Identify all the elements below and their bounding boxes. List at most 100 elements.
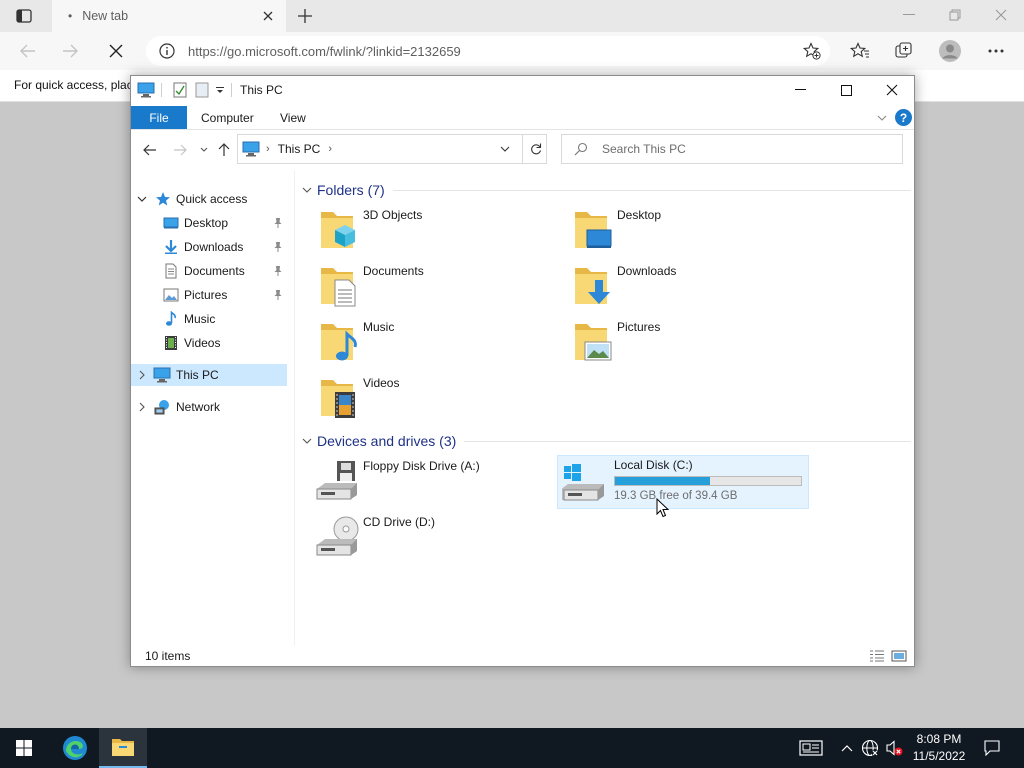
folder-documents[interactable]: Documents [307, 260, 553, 310]
videos-folder-icon [321, 380, 355, 418]
add-favorite-icon[interactable] [802, 41, 822, 61]
close-tab-icon[interactable] [258, 6, 278, 26]
pictures-icon [163, 288, 179, 302]
windows-logo-icon [16, 740, 32, 756]
pin-icon[interactable] [273, 265, 283, 277]
back-arrow-icon[interactable] [14, 38, 42, 64]
help-button[interactable]: ? [895, 109, 912, 126]
nav-quick-access[interactable]: Quick access [131, 188, 287, 210]
show-hidden-icons-icon[interactable] [837, 738, 857, 758]
tab-new-tab[interactable]: • New tab [52, 0, 286, 32]
tab-view[interactable]: View [280, 111, 306, 125]
loading-dot: • [68, 9, 73, 23]
nav-item-downloads[interactable]: Downloads [131, 236, 287, 258]
new-folder-icon[interactable] [193, 81, 211, 99]
drive-local-c[interactable]: Local Disk (C:) 19.3 GB free of 39.4 GB [557, 455, 809, 509]
info-icon[interactable] [158, 42, 176, 60]
search-input[interactable]: Search This PC [561, 134, 903, 164]
3d-objects-folder-icon [321, 212, 355, 248]
collections-icon[interactable] [890, 38, 918, 64]
nav-label: This PC [176, 368, 219, 382]
new-tab-button[interactable] [294, 6, 316, 26]
notifications-icon[interactable] [982, 738, 1002, 758]
forward-arrow-icon[interactable] [56, 38, 84, 64]
drive-floppy[interactable]: Floppy Disk Drive (A:) [307, 455, 553, 505]
nav-item-desktop[interactable]: Desktop [131, 212, 287, 234]
start-button[interactable] [0, 728, 48, 768]
customize-qat-icon[interactable] [211, 81, 229, 99]
large-icons-view-icon[interactable] [891, 649, 907, 663]
music-folder-icon [321, 324, 357, 361]
folder-music[interactable]: Music [307, 316, 553, 366]
properties-icon[interactable] [171, 81, 189, 99]
tab-actions-icon[interactable] [10, 6, 38, 26]
status-bar: 10 items [131, 646, 914, 666]
file-explorer-taskbar-button[interactable] [99, 728, 147, 768]
folder-videos[interactable]: Videos [307, 372, 553, 422]
explorer-close-button[interactable] [869, 76, 915, 104]
forward-icon[interactable] [171, 141, 189, 159]
navigation-pane: Quick access Desktop Downloads Documents… [131, 170, 295, 646]
nav-item-documents[interactable]: Documents [131, 260, 287, 282]
tile-label: Documents [363, 264, 424, 278]
tile-label: Floppy Disk Drive (A:) [363, 459, 480, 473]
restore-button[interactable] [932, 0, 978, 30]
address-dropdown-icon[interactable] [498, 142, 512, 156]
volume-muted-icon[interactable] [884, 738, 904, 758]
pin-icon[interactable] [273, 217, 283, 229]
recent-locations-icon[interactable] [195, 141, 213, 159]
folder-pictures[interactable]: Pictures [561, 316, 807, 366]
expand-ribbon-icon[interactable] [875, 111, 889, 125]
content-pane: Folders (7) 3D Objects Desktop Documents… [295, 170, 914, 646]
infobar-text: For quick access, plac [14, 78, 133, 92]
group-collapse-icon[interactable] [301, 435, 313, 447]
more-options-icon[interactable] [982, 38, 1010, 64]
videos-icon [165, 336, 177, 350]
folder-3d-objects[interactable]: 3D Objects [307, 204, 553, 254]
tile-label: Music [363, 320, 395, 334]
folder-downloads[interactable]: Downloads [561, 260, 807, 310]
breadcrumb[interactable]: › This PC › [237, 134, 547, 164]
favorites-icon[interactable] [846, 38, 874, 64]
address-bar[interactable]: https://go.microsoft.com/fwlink/?linkid=… [146, 36, 830, 66]
nav-label: Quick access [176, 192, 248, 206]
breadcrumb-chevron-icon[interactable]: › [328, 143, 332, 155]
group-collapse-icon[interactable] [301, 184, 313, 196]
network-tray-icon[interactable] [860, 738, 880, 758]
nav-item-pictures[interactable]: Pictures [131, 284, 287, 306]
profile-avatar[interactable] [936, 38, 964, 64]
explorer-maximize-button[interactable] [823, 76, 869, 104]
tab-file[interactable]: File [131, 106, 187, 129]
tile-label: 3D Objects [363, 208, 423, 222]
stop-loading-icon[interactable] [102, 38, 130, 64]
nav-item-videos[interactable]: Videos [131, 332, 287, 354]
news-widget-icon[interactable] [798, 738, 824, 758]
up-icon[interactable] [215, 141, 233, 159]
nav-this-pc[interactable]: This PC [131, 364, 287, 386]
expand-chevron-icon[interactable] [137, 402, 147, 412]
pin-icon[interactable] [273, 241, 283, 253]
nav-network[interactable]: Network [131, 396, 287, 418]
devices-group-header[interactable]: Devices and drives (3) [301, 431, 911, 451]
tab-computer[interactable]: Computer [201, 111, 254, 125]
nav-label: Documents [184, 264, 245, 278]
close-window-button[interactable] [978, 0, 1024, 30]
nav-item-music[interactable]: Music [131, 308, 287, 330]
minimize-button[interactable] [886, 0, 932, 30]
edge-taskbar-button[interactable] [51, 728, 99, 768]
pin-icon[interactable] [273, 289, 283, 301]
explorer-minimize-button[interactable] [777, 76, 823, 104]
back-icon[interactable] [141, 141, 159, 159]
downloads-icon [165, 240, 177, 254]
refresh-icon[interactable] [522, 135, 548, 163]
folders-group-header[interactable]: Folders (7) [301, 180, 911, 200]
drive-cd[interactable]: CD Drive (D:) [307, 511, 553, 561]
expand-chevron-icon[interactable] [137, 370, 147, 380]
folder-desktop[interactable]: Desktop [561, 204, 807, 254]
breadcrumb-this-pc[interactable]: This PC [278, 142, 321, 156]
nav-label: Desktop [184, 216, 229, 230]
collapse-chevron-icon[interactable] [137, 194, 147, 204]
taskbar-clock[interactable]: 8:08 PM 11/5/2022 [906, 731, 972, 765]
breadcrumb-separator-icon[interactable]: › [266, 143, 270, 155]
details-view-icon[interactable] [869, 649, 885, 663]
